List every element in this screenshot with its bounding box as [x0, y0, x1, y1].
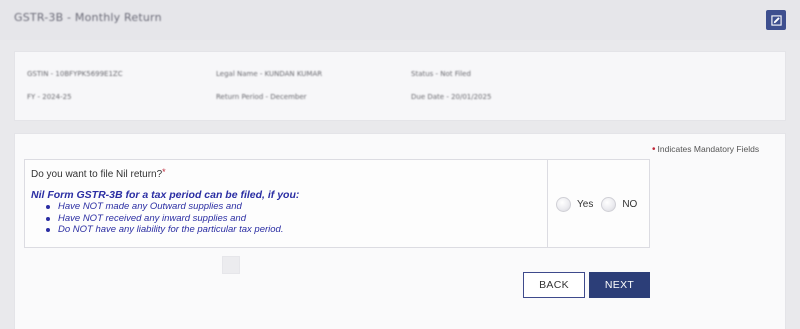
edit-icon: [770, 14, 782, 26]
back-button[interactable]: BACK: [523, 272, 585, 298]
gstin-text: GSTIN - 10BFYPK5699E1ZC: [27, 70, 123, 78]
nil-return-question: Do you want to file Nil return?*: [31, 167, 166, 180]
question-label: Do you want to file Nil return?: [31, 169, 163, 180]
yes-radio[interactable]: [556, 196, 571, 212]
nil-conditions-heading: Nil Form GSTR-3B for a tax period can be…: [31, 189, 300, 201]
page-title: GSTR-3B - Monthly Return: [14, 11, 162, 24]
mandatory-note-label: Indicates Mandatory Fields: [657, 144, 760, 154]
status-text: Status - Not Filed: [411, 70, 471, 78]
due-date-text: Due Date - 20/01/2025: [411, 93, 492, 101]
blank-placeholder-box: [222, 256, 240, 274]
no-radio[interactable]: [601, 196, 617, 212]
required-star-icon: *: [162, 167, 166, 177]
legal-name-text: Legal Name - KUNDAN KUMAR: [216, 70, 323, 78]
return-period-text: Return Period - December: [216, 93, 307, 101]
nil-condition-item: Do NOT have any liability for the partic…: [46, 224, 283, 236]
nil-condition-item: Have NOT made any Outward supplies and: [46, 201, 283, 213]
yes-radio-label[interactable]: Yes: [577, 199, 593, 210]
return-summary-card: [14, 51, 786, 121]
nil-conditions-list: Have NOT made any Outward supplies and H…: [46, 201, 283, 236]
top-bar: GSTR-3B - Monthly Return: [0, 0, 800, 40]
financial-year-text: FY - 2024-25: [27, 93, 72, 101]
mandatory-fields-note: • Indicates Mandatory Fields: [652, 144, 759, 155]
nil-return-radio-group: Yes NO: [556, 196, 645, 212]
mandatory-star-icon: •: [652, 144, 656, 155]
nil-condition-item: Have NOT received any inward supplies an…: [46, 213, 283, 225]
edit-button[interactable]: [766, 10, 786, 30]
no-radio-label[interactable]: NO: [622, 199, 637, 210]
next-button[interactable]: NEXT: [589, 272, 650, 298]
